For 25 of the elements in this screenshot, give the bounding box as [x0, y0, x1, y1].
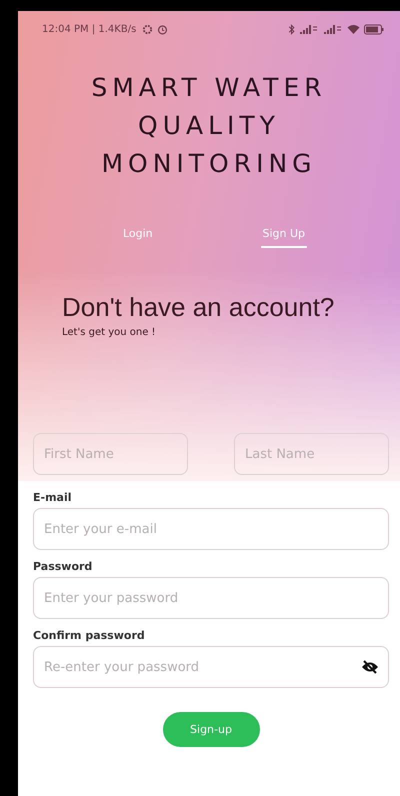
field-label: E-mail — [33, 491, 72, 504]
app-title: SMART WATER — [91, 72, 327, 104]
gear-icon — [142, 24, 154, 34]
name-field[interactable]: First Name — [33, 433, 188, 475]
input-field[interactable]: Enter your e-mail — [33, 508, 389, 550]
tab[interactable]: Login — [120, 221, 155, 248]
app-title: QUALITY — [138, 110, 280, 142]
app-title: MONITORING — [101, 148, 317, 180]
bluetooth-icon — [288, 24, 295, 34]
eye-off-icon[interactable] — [361, 660, 379, 674]
sign-up-button[interactable]: Sign-up — [162, 712, 260, 747]
wifi-icon — [347, 24, 360, 34]
signal-icon — [299, 24, 319, 34]
field-label: Confirm password — [33, 629, 145, 642]
alarm-icon — [157, 24, 168, 34]
subheading: Let's get you one ! — [62, 327, 157, 338]
name-field[interactable]: Last Name — [234, 433, 389, 475]
input-field[interactable]: Enter your password — [33, 577, 389, 619]
field-label: Password — [33, 560, 92, 573]
signal-icon — [323, 24, 343, 34]
battery-icon — [364, 24, 384, 34]
password-field[interactable]: Re-enter your password — [33, 646, 389, 688]
tab[interactable]: Sign Up — [260, 221, 308, 248]
heading: Don't have an account? — [62, 292, 336, 323]
status-time: 12:04 PM | 1.4KB/s — [42, 24, 136, 34]
